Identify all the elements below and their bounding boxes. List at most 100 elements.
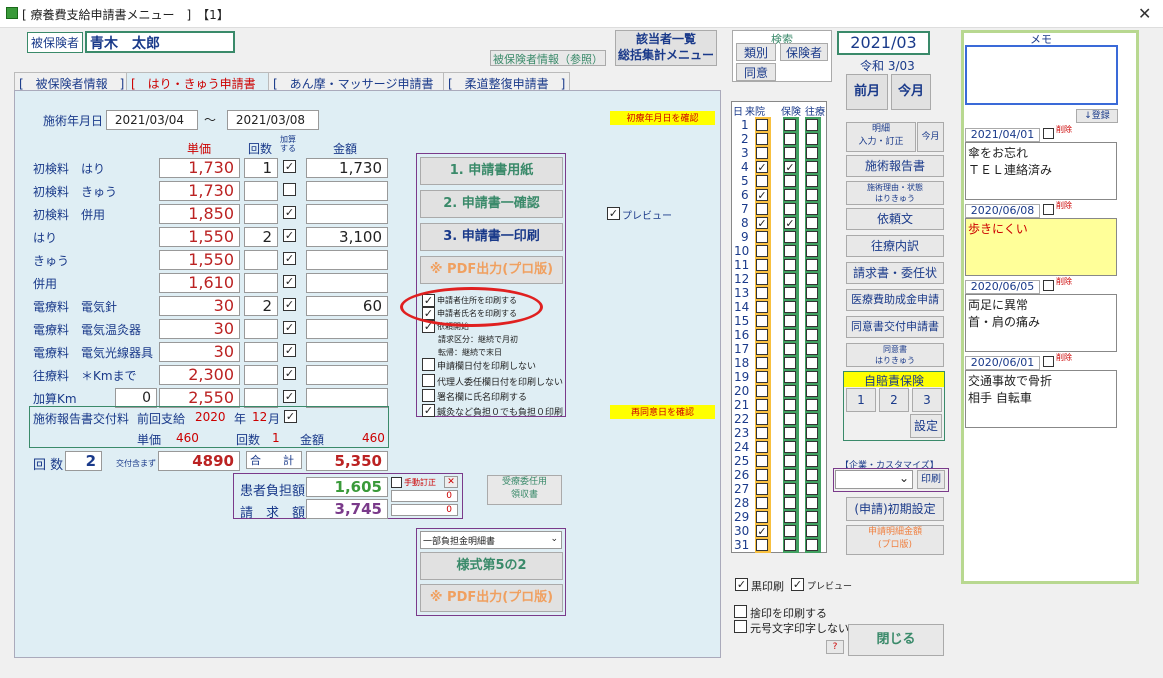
visit-checkbox[interactable]: [756, 203, 768, 215]
unit-price[interactable]: 2,550: [159, 388, 240, 408]
unit-price[interactable]: 1,730: [159, 181, 240, 201]
home-visit-checkbox[interactable]: [806, 469, 818, 481]
memo-input[interactable]: [965, 45, 1118, 105]
close-icon[interactable]: ✕: [1138, 4, 1151, 23]
insurance-checkbox[interactable]: [784, 189, 796, 201]
visit-checkbox[interactable]: [756, 259, 768, 271]
option-checkbox[interactable]: ✓: [422, 404, 435, 417]
unit-price[interactable]: 30: [159, 319, 240, 339]
home-visit-checkbox[interactable]: [806, 133, 818, 145]
tab-anma[interactable]: [ あん摩・マッサージ申請書 ]: [268, 72, 456, 92]
zero-field-2[interactable]: 0: [391, 504, 458, 516]
sute-checkbox[interactable]: [734, 605, 747, 618]
home-visit-checkbox[interactable]: [806, 231, 818, 243]
memo-register-button[interactable]: ↓登録: [1076, 109, 1118, 123]
visit-checkbox[interactable]: [756, 119, 768, 131]
visit-checkbox[interactable]: [756, 175, 768, 187]
zero-field-1[interactable]: 0: [391, 490, 458, 502]
home-visit-checkbox[interactable]: [806, 539, 818, 551]
visit-checkbox[interactable]: [756, 483, 768, 495]
search-consent-button[interactable]: 同意: [736, 63, 776, 81]
proxy-receipt-button[interactable]: 受療委任用 領収書: [487, 475, 562, 505]
visit-checkbox[interactable]: [756, 357, 768, 369]
detail-pdf-button[interactable]: ※ PDF出力(プロ版): [420, 584, 563, 612]
count-input[interactable]: [244, 250, 278, 270]
memo-delete-checkbox[interactable]: [1043, 204, 1054, 215]
tab-hari-kyu[interactable]: [ はり・きゅう申請書 ]: [126, 72, 278, 92]
count-input[interactable]: [244, 273, 278, 293]
visit-checkbox[interactable]: [756, 427, 768, 439]
reason-button[interactable]: 施術理由・状態 はりきゅう: [846, 181, 944, 205]
count-input[interactable]: [244, 342, 278, 362]
form-5-2-button[interactable]: 様式第5の2: [420, 552, 563, 580]
insurance-checkbox[interactable]: [784, 427, 796, 439]
add-checkbox[interactable]: ✓: [283, 390, 296, 403]
insurance-checkbox[interactable]: ✓: [784, 217, 796, 229]
report-button[interactable]: 施術報告書: [846, 155, 944, 177]
insurance-checkbox[interactable]: [784, 511, 796, 523]
memo-text[interactable]: 交通事故で骨折 相手 自転車: [965, 370, 1117, 428]
count-input[interactable]: [244, 204, 278, 224]
preview2-checkbox[interactable]: ✓: [791, 578, 804, 591]
add-checkbox[interactable]: ✓: [283, 252, 296, 265]
visit-checkbox[interactable]: [756, 371, 768, 383]
unit-price[interactable]: 1,550: [159, 250, 240, 270]
count-input[interactable]: [244, 181, 278, 201]
visit-checkbox[interactable]: [756, 273, 768, 285]
print-check-button[interactable]: 2. 申請書一確認: [420, 190, 563, 218]
insurance-checkbox[interactable]: [784, 133, 796, 145]
visit-checkbox[interactable]: [756, 385, 768, 397]
home-visit-checkbox[interactable]: [806, 287, 818, 299]
memo-delete-checkbox[interactable]: [1043, 280, 1054, 291]
detail-amount-button[interactable]: 申請明細金額 (プロ版): [846, 525, 944, 555]
insurance-checkbox[interactable]: [784, 483, 796, 495]
visit-checkbox[interactable]: [756, 469, 768, 481]
add-checkbox[interactable]: ✓: [283, 229, 296, 242]
insurance-checkbox[interactable]: [784, 329, 796, 341]
invoice-button[interactable]: 請求書・委任状: [846, 262, 944, 284]
consent-button[interactable]: 同意書交付申請書: [846, 316, 944, 338]
count-input[interactable]: [244, 319, 278, 339]
prev-month-button[interactable]: 前月: [846, 74, 888, 110]
insurance-checkbox[interactable]: [784, 385, 796, 397]
home-visit-checkbox[interactable]: [806, 203, 818, 215]
period-to[interactable]: 2021/03/08: [227, 110, 319, 130]
tab-judo[interactable]: [ 柔道整復申請書 ]: [443, 72, 571, 92]
home-visit-checkbox[interactable]: [806, 245, 818, 257]
add-checkbox[interactable]: ✓: [283, 275, 296, 288]
list-button[interactable]: 該当者一覧 総括集計メニュー: [615, 30, 717, 66]
insurance-checkbox[interactable]: [784, 175, 796, 187]
home-visit-checkbox[interactable]: [806, 441, 818, 453]
memo-text[interactable]: 両足に異常 首・肩の痛み: [965, 294, 1117, 352]
option-checkbox[interactable]: [422, 358, 435, 371]
insurance-checkbox[interactable]: [784, 441, 796, 453]
home-visit-checkbox[interactable]: [806, 329, 818, 341]
visit-checkbox[interactable]: [756, 399, 768, 411]
visit-checkbox[interactable]: [756, 497, 768, 509]
home-visit-checkbox[interactable]: [806, 497, 818, 509]
insurance-checkbox[interactable]: [784, 413, 796, 425]
insurance-checkbox[interactable]: [784, 357, 796, 369]
home-visit-checkbox[interactable]: [806, 371, 818, 383]
unit-price[interactable]: 1,610: [159, 273, 240, 293]
home-visit-checkbox[interactable]: [806, 427, 818, 439]
consent-hari-button[interactable]: 同意書 はりきゅう: [846, 343, 944, 367]
add-checkbox[interactable]: ✓: [283, 367, 296, 380]
add-checkbox[interactable]: ✓: [283, 344, 296, 357]
memo-delete-checkbox[interactable]: [1043, 356, 1054, 367]
home-visit-checkbox[interactable]: [806, 259, 818, 271]
gengo-checkbox[interactable]: [734, 620, 747, 633]
unit-price[interactable]: 30: [159, 342, 240, 362]
add-checkbox[interactable]: [283, 183, 296, 196]
visit-checkbox[interactable]: ✓: [756, 217, 768, 229]
unit-price[interactable]: 1,550: [159, 227, 240, 247]
insurance-checkbox[interactable]: [784, 539, 796, 551]
home-visit-checkbox[interactable]: [806, 175, 818, 187]
count-input[interactable]: 1: [244, 158, 278, 178]
home-visit-checkbox[interactable]: [806, 399, 818, 411]
search-insurer-button[interactable]: 保険者: [780, 43, 828, 61]
insurance-checkbox[interactable]: [784, 371, 796, 383]
print-print-button[interactable]: 3. 申請書一印刷: [420, 223, 563, 251]
insurance-checkbox[interactable]: [784, 119, 796, 131]
home-visit-checkbox[interactable]: [806, 385, 818, 397]
